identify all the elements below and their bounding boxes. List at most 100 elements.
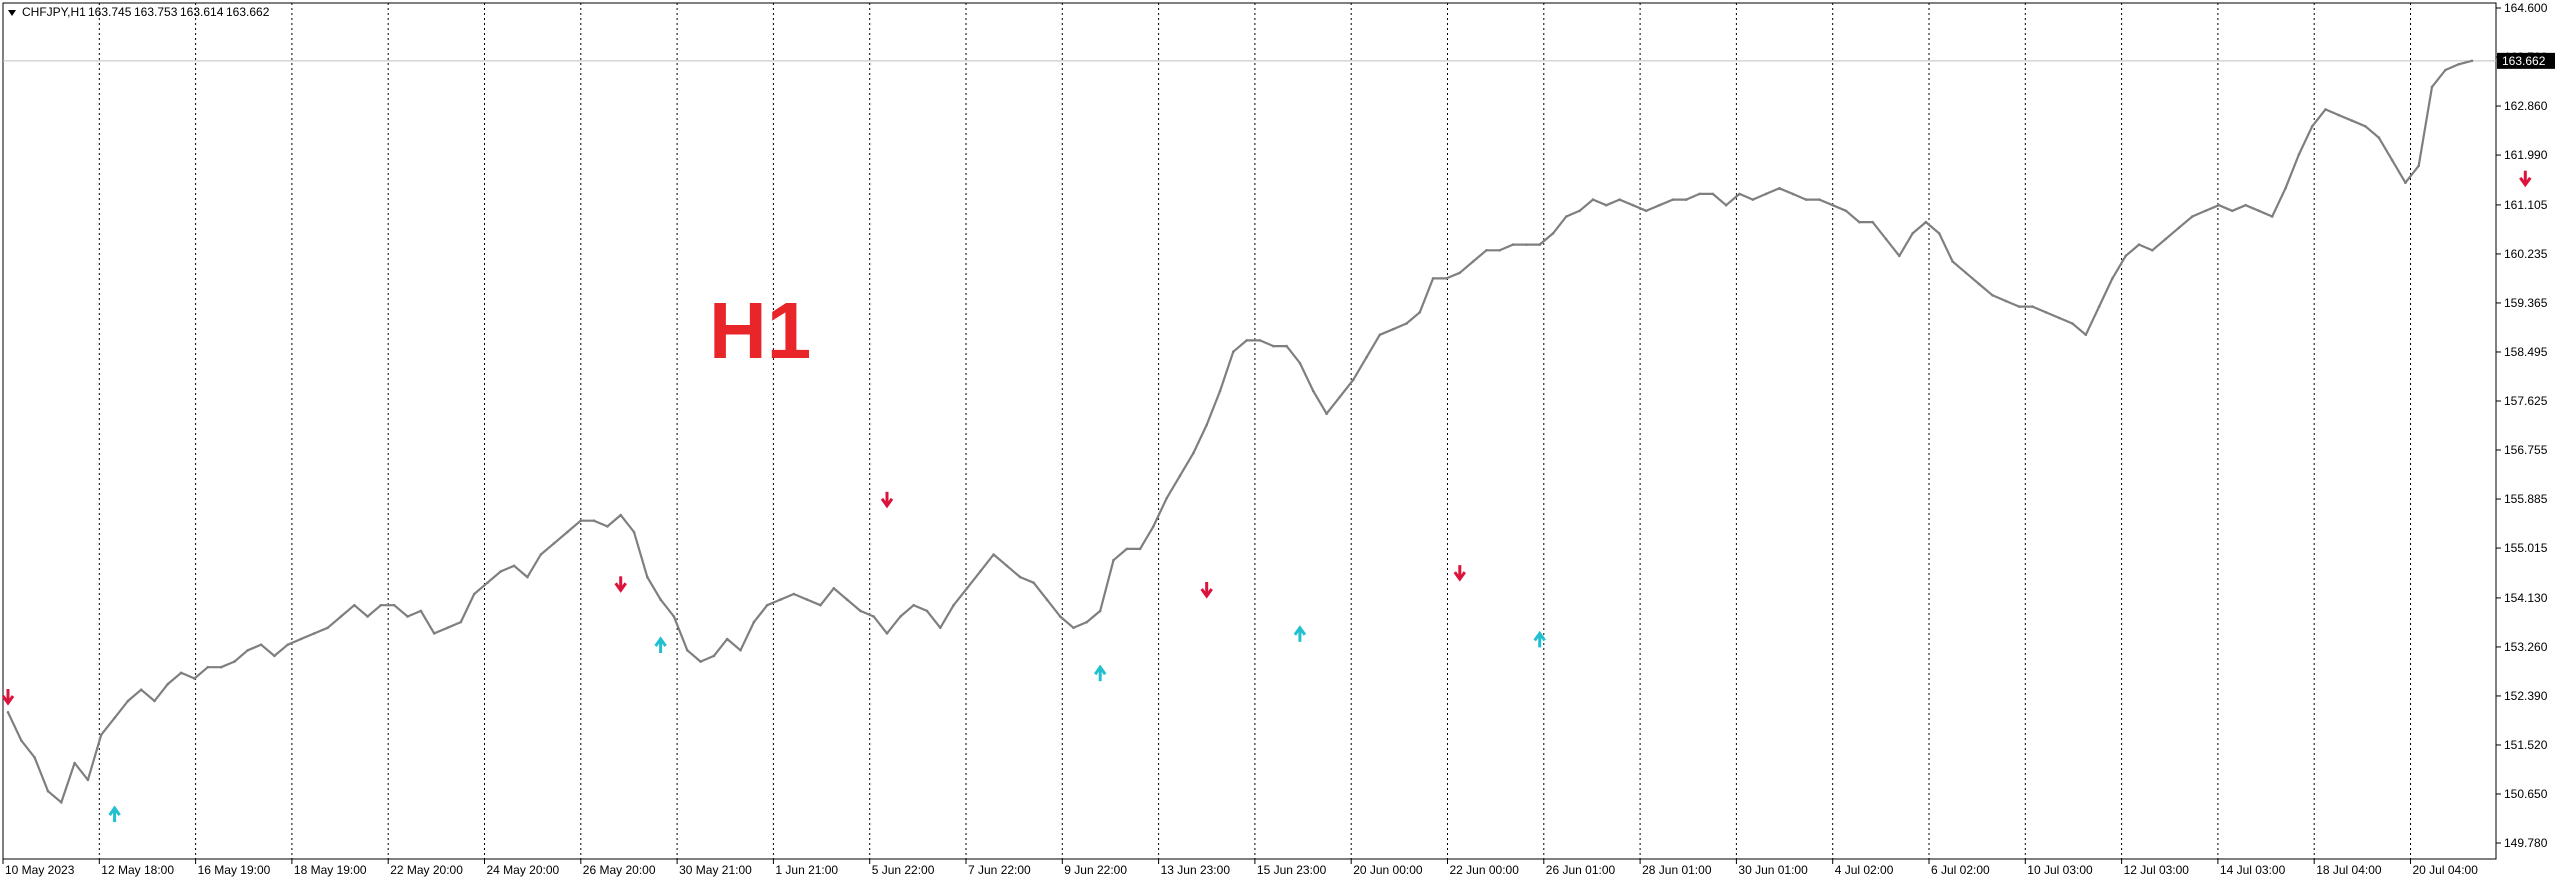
price-point: [286, 643, 290, 646]
price-point: [1898, 254, 1901, 258]
price-point: [1671, 198, 1675, 201]
time-axis-label: 10 Jul 03:00: [2027, 863, 2093, 877]
price-point: [2257, 209, 2261, 213]
price-point: [1565, 215, 1568, 218]
price-point: [1485, 249, 1488, 252]
price-axis-label: 152.390: [2504, 689, 2548, 703]
price-point: [912, 603, 915, 607]
price-point: [366, 615, 369, 618]
price-point: [2244, 203, 2247, 207]
price-point: [1218, 389, 1222, 393]
price-point: [2404, 181, 2407, 184]
price-point: [1951, 260, 1954, 263]
price-point: [619, 513, 622, 517]
price-point: [2337, 113, 2341, 117]
price-point: [1658, 203, 1661, 207]
price-point: [46, 789, 50, 793]
price-point: [1245, 339, 1248, 342]
price-point: [1085, 620, 1089, 624]
time-axis-label: 14 Jul 03:00: [2220, 863, 2286, 877]
price-axis-label: 159.365: [2504, 296, 2548, 310]
price-axis-label: 149.780: [2504, 836, 2548, 850]
header-low: 163.614: [180, 5, 224, 19]
price-point: [1871, 220, 1874, 224]
price-point: [1098, 609, 1102, 613]
chart-window[interactable]: 164.600163.730162.860161.990161.105160.2…: [0, 0, 2556, 884]
price-point: [1751, 198, 1755, 201]
price-point: [1684, 198, 1688, 201]
price-point: [1977, 282, 1981, 286]
price-point: [646, 575, 649, 579]
price-point: [1711, 192, 1715, 196]
price-point: [459, 620, 463, 624]
price-axis-label: 164.600: [2504, 1, 2548, 15]
header-open: 163.745: [88, 5, 132, 19]
price-point: [552, 542, 556, 545]
price-point: [2017, 305, 2021, 308]
price-point: [1205, 423, 1208, 427]
price-point: [819, 603, 822, 607]
price-point: [33, 756, 36, 759]
price-point: [1165, 496, 1168, 500]
time-axis-label: 30 May 21:00: [679, 863, 752, 877]
price-point: [233, 660, 236, 663]
price-axis-label: 154.130: [2504, 591, 2548, 605]
price-point: [86, 778, 90, 782]
price-point: [1738, 192, 1741, 196]
time-axis-label: 7 Jun 22:00: [968, 863, 1031, 877]
price-point: [432, 632, 436, 635]
price-chart[interactable]: 164.600163.730162.860161.990161.105160.2…: [0, 0, 2556, 884]
price-point: [379, 603, 383, 607]
price-point: [2350, 119, 2354, 122]
price-point: [179, 671, 183, 675]
price-axis-label: 157.625: [2504, 394, 2548, 408]
price-point: [99, 733, 103, 737]
price-point: [752, 620, 756, 624]
price-point: [1818, 198, 1821, 201]
price-point: [1325, 412, 1328, 416]
price-point: [1458, 271, 1462, 275]
price-point: [579, 519, 582, 522]
price-point: [1778, 187, 1781, 190]
price-point: [1498, 249, 1501, 252]
price-point: [1338, 395, 1342, 399]
price-point: [273, 654, 276, 658]
price-point: [792, 592, 796, 596]
price-point: [1312, 389, 1315, 393]
price-point: [1538, 243, 1541, 246]
price-point: [1005, 564, 1009, 568]
price-point: [20, 739, 23, 742]
price-point: [2417, 164, 2420, 168]
price-point: [1698, 192, 1701, 196]
time-axis-label: 10 May 2023: [5, 863, 75, 877]
price-axis-label: 155.015: [2504, 541, 2548, 555]
price-point: [1605, 203, 1608, 207]
price-point: [1884, 237, 1888, 241]
price-point: [2444, 68, 2447, 72]
price-point: [1351, 378, 1355, 382]
price-point: [2270, 215, 2274, 218]
time-axis-label: 24 May 20:00: [487, 863, 560, 877]
price-point: [406, 615, 409, 618]
price-point: [2177, 226, 2181, 229]
price-point: [313, 632, 316, 635]
price-point: [672, 615, 676, 618]
time-axis-label: 18 May 19:00: [294, 863, 367, 877]
price-point: [1591, 198, 1595, 201]
price-axis-label: 158.495: [2504, 345, 2548, 359]
price-point: [2310, 125, 2314, 128]
price-point: [686, 649, 689, 652]
timeframe-overlay-label: H1: [709, 286, 811, 375]
price-point: [1405, 322, 1408, 325]
header-high: 163.753: [134, 5, 178, 19]
price-axis-label: 161.990: [2504, 148, 2548, 162]
price-point: [739, 649, 742, 652]
price-point: [2124, 254, 2127, 258]
price-point: [606, 525, 609, 528]
price-point: [2390, 158, 2394, 162]
price-point: [1058, 615, 1062, 618]
price-point: [193, 677, 196, 680]
price-point: [2097, 305, 2101, 308]
price-point: [326, 626, 330, 630]
time-axis-label: 22 May 20:00: [390, 863, 463, 877]
